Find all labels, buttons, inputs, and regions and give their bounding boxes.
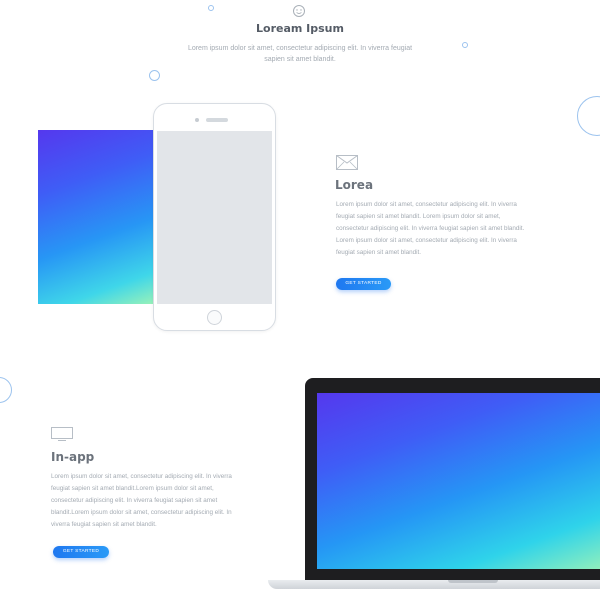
get-started-button[interactable]: GET STARTED (336, 278, 391, 290)
laptop-notch (448, 580, 498, 583)
laptop-mockup (305, 378, 600, 582)
decorative-circle (462, 42, 468, 48)
phone-mockup (153, 103, 276, 331)
decorative-circle (208, 5, 214, 11)
feature-title: In-app (51, 450, 95, 464)
mail-icon (336, 155, 358, 170)
feature-description: Lorem ipsum dolor sit amet, consectetur … (51, 473, 232, 528)
get-started-button[interactable]: GET STARTED (53, 546, 109, 558)
laptop-base (268, 580, 600, 589)
tv-icon (51, 427, 73, 441)
phone-camera (195, 118, 199, 122)
section-title: Loream Ipsum (256, 22, 344, 35)
decorative-circle (0, 377, 12, 403)
feature-title: Lorea (335, 178, 374, 192)
phone-speaker (206, 118, 228, 122)
smiley-icon (292, 4, 306, 18)
gradient-card (38, 130, 156, 304)
decorative-circle (577, 96, 600, 136)
feature-description: Lorem ipsum dolor sit amet, consectetur … (336, 201, 525, 256)
laptop-screen (317, 393, 600, 569)
phone-home-button (207, 310, 222, 325)
phone-screen (157, 131, 272, 304)
decorative-circle (149, 70, 160, 81)
section-description: Lorem ipsum dolor sit amet, consectetur … (187, 45, 413, 63)
